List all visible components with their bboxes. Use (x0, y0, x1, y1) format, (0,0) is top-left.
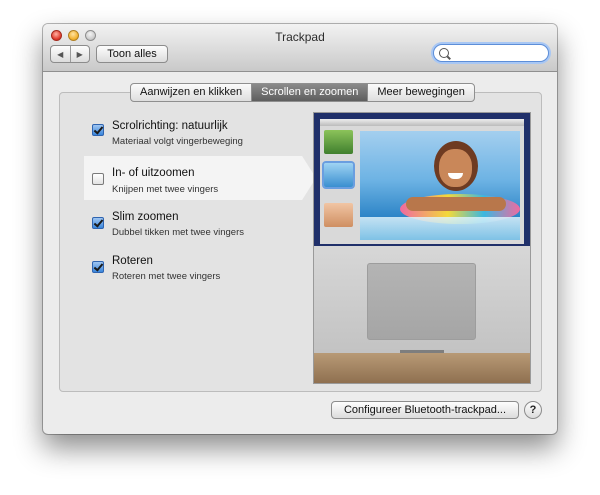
title-bar: Trackpad ◀ ▶ Toon alles (43, 24, 557, 72)
forward-button[interactable]: ▶ (69, 46, 90, 62)
back-button[interactable]: ◀ (51, 46, 70, 62)
show-all-button[interactable]: Toon alles (96, 45, 168, 63)
chevron-right-icon: ▶ (76, 49, 83, 59)
preview-thumbnail (324, 163, 353, 187)
option-sublabel: Roteren met twee vingers (112, 271, 221, 282)
zoom-in-out-checkbox[interactable] (92, 173, 104, 185)
tab-bar: Aanwijzen en klikken Scrollen en zoomen … (130, 83, 475, 102)
tab-scroll-and-zoom[interactable]: Scrollen en zoomen (251, 84, 368, 101)
preview-trackpad (367, 263, 476, 340)
trackpad-preferences-window: Trackpad ◀ ▶ Toon alles Scrolrichting: n… (43, 24, 557, 434)
option-label: In- of uitzoomen (112, 167, 195, 179)
option-label: Scrolrichting: natuurlijk (112, 120, 228, 132)
natural-scrolling-checkbox[interactable] (92, 124, 104, 136)
option-label: Slim zoomen (112, 211, 179, 223)
tab-point-and-click[interactable]: Aanwijzen en klikken (131, 84, 251, 101)
option-sublabel: Dubbel tikken met twee vingers (112, 227, 245, 238)
tab-more-gestures[interactable]: Meer bewegingen (367, 84, 473, 101)
chevron-left-icon: ◀ (57, 49, 64, 59)
preview-thumbnail (324, 203, 353, 227)
preview-app-window (320, 119, 524, 244)
window-title: Trackpad (275, 30, 325, 44)
option-sublabel: Knijpen met twee vingers (112, 184, 219, 195)
back-forward-control: ◀ ▶ (50, 45, 90, 63)
gesture-preview-video (313, 112, 531, 384)
preview-screen (314, 113, 530, 246)
help-button[interactable]: ? (524, 401, 542, 419)
preview-thumbnail (324, 130, 353, 154)
configure-bluetooth-trackpad-button[interactable]: Configureer Bluetooth-trackpad... (331, 401, 519, 419)
rotate-checkbox[interactable] (92, 261, 104, 273)
preview-desk (314, 353, 530, 383)
option-label: Roteren (112, 255, 153, 267)
search-field[interactable] (433, 44, 549, 62)
preview-photo (360, 131, 520, 240)
smart-zoom-checkbox[interactable] (92, 217, 104, 229)
search-input[interactable] (452, 46, 542, 60)
option-sublabel: Materiaal volgt vingerbeweging (112, 136, 243, 147)
